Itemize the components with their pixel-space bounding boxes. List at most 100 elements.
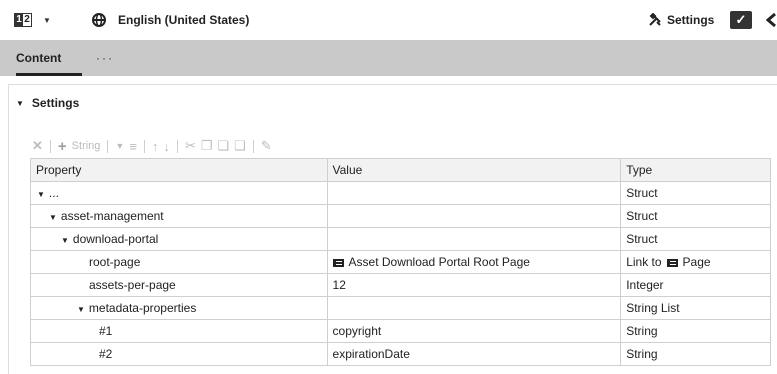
type-text: Page — [682, 255, 711, 269]
type-cell: Struct — [620, 181, 771, 205]
table-row[interactable]: ▼... Struct — [30, 181, 771, 205]
expand-icon[interactable]: ▼ — [77, 305, 85, 314]
table-header-row: Property Value Type — [30, 158, 771, 182]
type-text: Struct — [626, 232, 658, 246]
page-icon — [666, 258, 678, 267]
value-text: copyright — [332, 324, 382, 338]
type-prefix: Link to — [626, 255, 662, 269]
toolbar-separator — [49, 139, 51, 153]
settings-button[interactable]: Settings — [667, 0, 714, 40]
version-icon[interactable]: 1 2 — [14, 13, 32, 27]
toolbar-separator — [143, 139, 145, 153]
type-cell: String — [620, 342, 771, 366]
table-row[interactable]: ▼ download-portal Struct — [30, 227, 771, 251]
expand-icon[interactable]: ▼ — [37, 190, 45, 199]
value-text: 12 — [332, 278, 346, 292]
value-cell[interactable]: Asset Download Portal Root Page — [326, 250, 622, 274]
tab-bar: Content ··· — [0, 40, 777, 76]
language-selector[interactable]: English (United States) — [118, 0, 249, 40]
dropdown-icon[interactable]: ▼ — [115, 141, 124, 151]
property-cell[interactable]: #1 — [30, 319, 328, 343]
property-name: asset-management — [60, 209, 164, 223]
table-row[interactable]: ▼ asset-management Struct — [30, 204, 771, 228]
globe-icon — [92, 0, 106, 40]
move-up-icon[interactable]: ↑ — [152, 139, 159, 154]
property-cell[interactable]: ▼ metadata-properties — [30, 296, 328, 320]
toolbar-separator — [176, 139, 178, 153]
struct-table: Property Value Type ▼... Struct ▼ asset-man… — [30, 158, 771, 366]
cut-icon[interactable]: ✂ — [185, 138, 196, 154]
type-text: Struct — [626, 186, 658, 200]
add-icon[interactable]: + — [58, 138, 67, 155]
value-text: Asset Download Portal Root Page — [348, 255, 530, 269]
top-toolbar: 1 2 ▼ English (United States) Settings ✓ — [0, 0, 777, 40]
type-text: String — [626, 324, 658, 338]
value-cell[interactable] — [326, 296, 622, 320]
add-type-label[interactable]: String — [72, 140, 101, 152]
property-cell[interactable]: assets-per-page — [30, 273, 328, 297]
property-name: metadata-properties — [88, 301, 197, 315]
type-cell: String List — [620, 296, 771, 320]
header-type[interactable]: Type — [620, 158, 771, 182]
type-text: String — [626, 347, 658, 361]
value-cell[interactable]: 12 — [326, 273, 622, 297]
property-cell[interactable]: ▼ download-portal — [30, 227, 328, 251]
property-cell[interactable]: root-page — [30, 250, 328, 274]
value-cell[interactable] — [326, 204, 622, 228]
header-property[interactable]: Property — [30, 158, 328, 182]
table-row[interactable]: #2 expirationDate String — [30, 342, 771, 366]
settings-section-header[interactable]: ▼ Settings — [16, 96, 79, 110]
value-cell[interactable] — [326, 227, 622, 251]
value-cell[interactable]: expirationDate — [326, 342, 622, 366]
property-cell[interactable]: ▼ asset-management — [30, 204, 328, 228]
copy-icon[interactable]: ❐ — [201, 138, 213, 154]
property-name: assets-per-page — [89, 278, 176, 292]
expand-icon[interactable]: ▼ — [49, 213, 57, 222]
toolbar-separator — [107, 139, 109, 153]
value-text: expirationDate — [332, 347, 410, 361]
table-row[interactable]: #1 copyright String — [30, 319, 771, 343]
section-title: Settings — [31, 96, 80, 110]
tab-content[interactable]: Content — [16, 40, 61, 76]
delete-icon[interactable]: ✕ — [32, 138, 43, 154]
property-name: download-portal — [72, 232, 159, 246]
type-cell: Link to Page — [620, 250, 771, 274]
version-left: 1 — [15, 14, 23, 26]
table-row[interactable]: assets-per-page 12 Integer — [30, 273, 771, 297]
toolbar-separator — [252, 139, 254, 153]
property-name: #1 — [99, 324, 113, 338]
value-cell[interactable] — [326, 181, 622, 205]
check-icon[interactable]: ✓ — [730, 11, 752, 29]
more-tabs-button[interactable]: ··· — [96, 40, 114, 76]
expand-icon[interactable]: ▼ — [61, 236, 69, 245]
type-text: Integer — [626, 278, 664, 292]
paste-special-icon[interactable]: ❑ — [234, 138, 246, 154]
table-row[interactable]: ▼ metadata-properties String List — [30, 296, 771, 320]
property-name: #2 — [99, 347, 113, 361]
page-icon — [332, 258, 344, 267]
table-row[interactable]: root-page Asset Download Portal Root Page… — [30, 250, 771, 274]
property-cell[interactable]: ▼... — [30, 181, 328, 205]
chevron-left-icon[interactable] — [766, 0, 777, 40]
header-value[interactable]: Value — [326, 158, 622, 182]
property-cell[interactable]: #2 — [30, 342, 328, 366]
tools-icon — [648, 0, 662, 40]
type-text: String List — [626, 301, 680, 315]
type-cell: Integer — [620, 273, 771, 297]
sort-icon[interactable]: ≡ — [129, 139, 137, 154]
struct-toolbar: ✕ + String ▼ ≡ ↑ ↓ ✂ ❐ ❏ ❑ ✎ — [32, 137, 272, 155]
version-right: 2 — [24, 14, 30, 25]
active-tab-indicator — [16, 73, 82, 76]
chevron-down-icon[interactable]: ▼ — [43, 0, 51, 40]
type-text: Struct — [626, 209, 658, 223]
property-name: ... — [48, 186, 59, 200]
type-cell: Struct — [620, 227, 771, 251]
collapse-icon[interactable]: ▼ — [16, 99, 24, 108]
edit-icon[interactable]: ✎ — [261, 138, 272, 154]
move-down-icon[interactable]: ↓ — [163, 139, 170, 154]
type-cell: String — [620, 319, 771, 343]
property-name: root-page — [89, 255, 141, 269]
paste-icon[interactable]: ❏ — [218, 138, 230, 154]
type-cell: Struct — [620, 204, 771, 228]
value-cell[interactable]: copyright — [326, 319, 622, 343]
